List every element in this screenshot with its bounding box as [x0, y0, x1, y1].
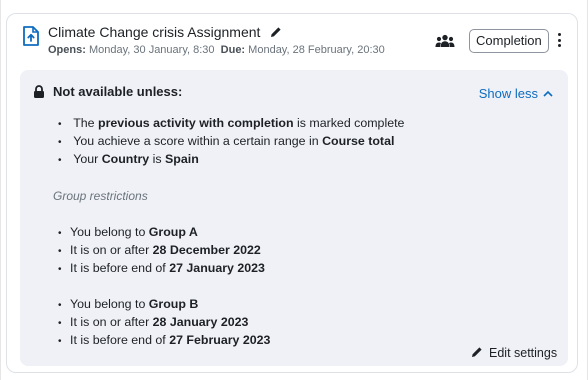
- activity-dates: Opens: Monday, 30 January, 8:30 Due: Mon…: [48, 44, 385, 56]
- activity-title[interactable]: Climate Change crisis Assignment: [48, 24, 260, 40]
- list-item: It is on or after 28 December 2022: [58, 241, 265, 259]
- list-item-bold: Spain: [165, 152, 199, 166]
- list-item: Your Country is Spain: [58, 150, 404, 168]
- list-item-text: Your: [73, 152, 102, 166]
- list-item-text: You belong to: [70, 225, 149, 239]
- list-item-bold: Course total: [322, 134, 395, 148]
- restrictions-panel: Not available unless: Show less The prev…: [20, 70, 568, 366]
- list-item-text: You belong to: [70, 297, 149, 311]
- list-item-bold: 28 December 2022: [152, 243, 261, 257]
- list-item: You achieve a score within a certain ran…: [58, 132, 404, 150]
- due-label: Due:: [220, 44, 246, 56]
- restrictions-list: The previous activity with completion is…: [58, 114, 404, 168]
- list-item: It is before end of 27 January 2023: [58, 259, 265, 277]
- opens-label: Opens:: [48, 44, 86, 56]
- completion-button[interactable]: Completion: [469, 29, 549, 53]
- group-b-list: You belong to Group B It is on or after …: [58, 295, 270, 349]
- list-item-text: is marked complete: [293, 116, 405, 130]
- show-less-link[interactable]: Show less: [479, 86, 553, 101]
- list-item: You belong to Group B: [58, 295, 270, 313]
- pencil-icon[interactable]: [471, 346, 483, 358]
- assignment-upload-icon[interactable]: [20, 25, 42, 47]
- lock-icon: [34, 85, 44, 98]
- due-value: Monday, 28 February, 20:30: [248, 44, 385, 56]
- list-item-text: You achieve a score within a certain ran…: [73, 134, 323, 148]
- list-item: It is on or after 28 January 2023: [58, 313, 270, 331]
- list-item-text: It is on or after: [70, 315, 153, 329]
- activity-title-row: Climate Change crisis Assignment: [48, 24, 282, 40]
- list-item-bold: Group A: [148, 225, 198, 239]
- list-item-bold: Country: [101, 152, 150, 166]
- list-item-text: is: [149, 152, 166, 166]
- list-item-text: It is before end of: [70, 333, 170, 347]
- activity-card: Climate Change crisis Assignment Opens: …: [6, 13, 578, 373]
- list-item-text: It is on or after: [70, 243, 153, 257]
- group-a-list: You belong to Group A It is on or after …: [58, 223, 265, 277]
- show-less-label[interactable]: Show less: [479, 86, 538, 101]
- group-restrictions-heading: Group restrictions: [53, 189, 148, 203]
- list-item: It is before end of 27 February 2023: [58, 331, 270, 349]
- opens-value: Monday, 30 January, 8:30: [88, 44, 215, 56]
- list-item-bold: previous activity with completion: [98, 116, 294, 130]
- edit-settings-link[interactable]: Edit settings: [471, 346, 557, 360]
- list-item-bold: 28 January 2023: [152, 315, 249, 329]
- restrictions-title: Not available unless:: [53, 84, 183, 99]
- group-icon: [435, 34, 455, 47]
- edit-settings-label[interactable]: Edit settings: [489, 346, 557, 360]
- kebab-menu-icon[interactable]: [555, 33, 563, 49]
- list-item-text: The: [73, 116, 99, 130]
- list-item-bold: 27 February 2023: [169, 333, 271, 347]
- pencil-icon[interactable]: [270, 26, 282, 38]
- list-item-text: It is before end of: [70, 261, 170, 275]
- list-item-bold: 27 January 2023: [169, 261, 265, 275]
- page-edge-left: [0, 0, 1, 380]
- list-item: You belong to Group A: [58, 223, 265, 241]
- list-item: The previous activity with completion is…: [58, 114, 404, 132]
- chevron-up-icon[interactable]: [543, 90, 553, 97]
- list-item-bold: Group B: [148, 297, 199, 311]
- activity-header: Climate Change crisis Assignment Opens: …: [7, 14, 577, 70]
